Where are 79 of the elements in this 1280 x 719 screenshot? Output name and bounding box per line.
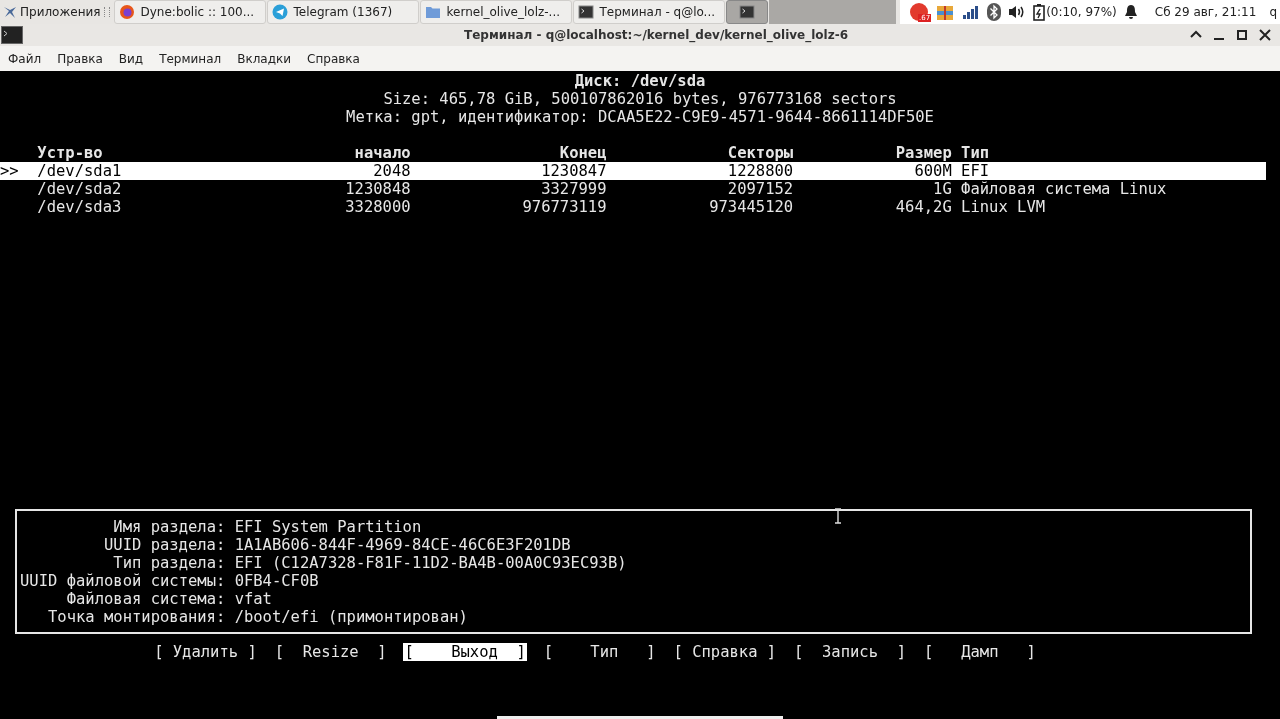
table-cell: Файловая система Linux — [961, 180, 1167, 198]
table-cell-text: 1228800 — [726, 162, 794, 180]
taskbar-button[interactable] — [725, 0, 768, 24]
terminal-icon — [738, 4, 755, 20]
table-cell-text: /dev/sda3 — [37, 198, 123, 216]
table-cell-text: 2048 — [372, 162, 411, 180]
taskbar-button[interactable]: Терминал - q@lo... — [572, 0, 725, 24]
column-header: Размер — [894, 144, 952, 162]
table-cell-text: 1G — [932, 180, 952, 198]
menu-item[interactable]: Справка — [299, 51, 368, 66]
terminal-icon[interactable] — [1, 26, 23, 44]
partition-row[interactable]: /dev/sda3 3328000 976773119 973445120 464,2G Linux LVM — [0, 198, 1266, 216]
menu-item[interactable]: Вкладки — [229, 51, 300, 66]
window-title: Терминал - q@localhost:~/kernel_dev/kernel_olive_lolz-6 — [463, 28, 849, 42]
partition-row[interactable]: /dev/sda2 1230848 3327999 2097152 1G Файловая система Linux — [0, 180, 1266, 198]
folder-icon — [424, 4, 441, 20]
info-value: /boot/efi (примонтирован) — [234, 608, 468, 626]
info-label: Файловая система: — [65, 590, 226, 608]
table-cell: EFI — [961, 162, 990, 180]
info-label: UUID файловой системы: — [20, 572, 226, 590]
table-cell-text: 973445120 — [708, 198, 794, 216]
column-header: Секторы — [726, 144, 794, 162]
menu-button[interactable]: [ Справка ] — [672, 643, 778, 661]
menu-item[interactable]: Терминал — [151, 51, 230, 66]
taskbar-button[interactable]: Dyne:bolic :: 100... — [113, 0, 266, 24]
table-cell-text: 976773119 — [521, 198, 607, 216]
table-cell-text: 464,2G — [894, 198, 952, 216]
table-cell-text: 600M — [913, 162, 952, 180]
row-marker: >> — [0, 162, 19, 180]
maximize-icon[interactable] — [1235, 28, 1249, 42]
close-icon[interactable] — [1258, 28, 1272, 42]
taskbar-button[interactable]: kernel_olive_lolz-... — [419, 0, 572, 24]
user-menu[interactable]: q — [1269, 5, 1277, 19]
info-label: Тип раздела: — [112, 554, 226, 572]
battery-icon[interactable] — [1033, 3, 1046, 21]
info-value: 1A1AB606-844F-4969-84CE-46C6E3F201DB — [234, 536, 571, 554]
table-cell-text: /dev/sda2 — [37, 180, 123, 198]
disk-title: Диск: /dev/sda — [573, 72, 707, 90]
battery-status: (0:10, 97%) — [1046, 5, 1117, 19]
table-cell-text: 2097152 — [726, 180, 794, 198]
menu-button[interactable]: [ Тип ] — [542, 643, 657, 661]
column-header: Конец — [558, 144, 607, 162]
info-label: Имя раздела: — [112, 518, 226, 536]
table-cell-text: /dev/sda1 — [37, 162, 123, 180]
menu-button[interactable]: [ Дамп ] — [922, 643, 1037, 661]
menu-item[interactable]: Файл — [0, 51, 50, 66]
info-label: UUID раздела: — [102, 536, 226, 554]
menu-item[interactable]: Вид — [110, 51, 152, 66]
info-value: EFI System Partition — [234, 518, 422, 536]
table-cell-text: 3327999 — [540, 180, 607, 198]
clock[interactable]: Сб 29 авг, 21:11 — [1154, 5, 1257, 19]
disk-size: Size: 465,78 GiB, 500107862016 bytes, 976773168 sectors — [382, 90, 898, 108]
table-cell: Linux LVM — [961, 198, 1046, 216]
column-header: начало — [353, 144, 411, 162]
browser-icon — [118, 4, 135, 20]
info-value: 0FB4-CF0B — [234, 572, 319, 590]
disk-label: Метка: gpt, идентификатор: DCAA5E22-C9E9-4571-9644-8661114DF50E — [345, 108, 935, 126]
menu-item[interactable]: Правка — [49, 51, 111, 66]
info-label: Точка монтирования: — [47, 608, 226, 626]
bell-icon[interactable] — [1123, 4, 1138, 20]
column-header: Тип — [961, 144, 990, 162]
menu-button[interactable]: [ Resize ] — [273, 643, 388, 661]
drag-handle[interactable] — [103, 7, 110, 17]
column-header: Устр-во — [37, 144, 104, 162]
table-cell-text: 3328000 — [344, 198, 411, 216]
menu-button[interactable]: [ Запись ] — [793, 643, 907, 661]
terminal-icon — [577, 4, 594, 20]
menu-button[interactable]: [ Удалить ] — [153, 643, 258, 661]
taskbar-button[interactable]: Telegram (1367) — [266, 0, 419, 24]
info-value: EFI (C12A7328-F81F-11D2-BA4B-00A0C93EC93B) — [234, 554, 627, 572]
bluetooth-icon[interactable] — [987, 3, 1002, 21]
table-cell-text: 1230847 — [540, 162, 607, 180]
menu-button[interactable]: [ Выход ] — [403, 643, 527, 661]
table-cell-text: 1230848 — [344, 180, 411, 198]
applications-menu[interactable]: Приложения — [0, 0, 103, 24]
info-value: vfat — [234, 590, 272, 608]
paper-plane-icon — [271, 4, 288, 20]
partition-row[interactable]: >> /dev/sda1 2048 1230847 1228800 600M EFI — [0, 162, 1266, 180]
signal-icon[interactable] — [962, 4, 981, 20]
